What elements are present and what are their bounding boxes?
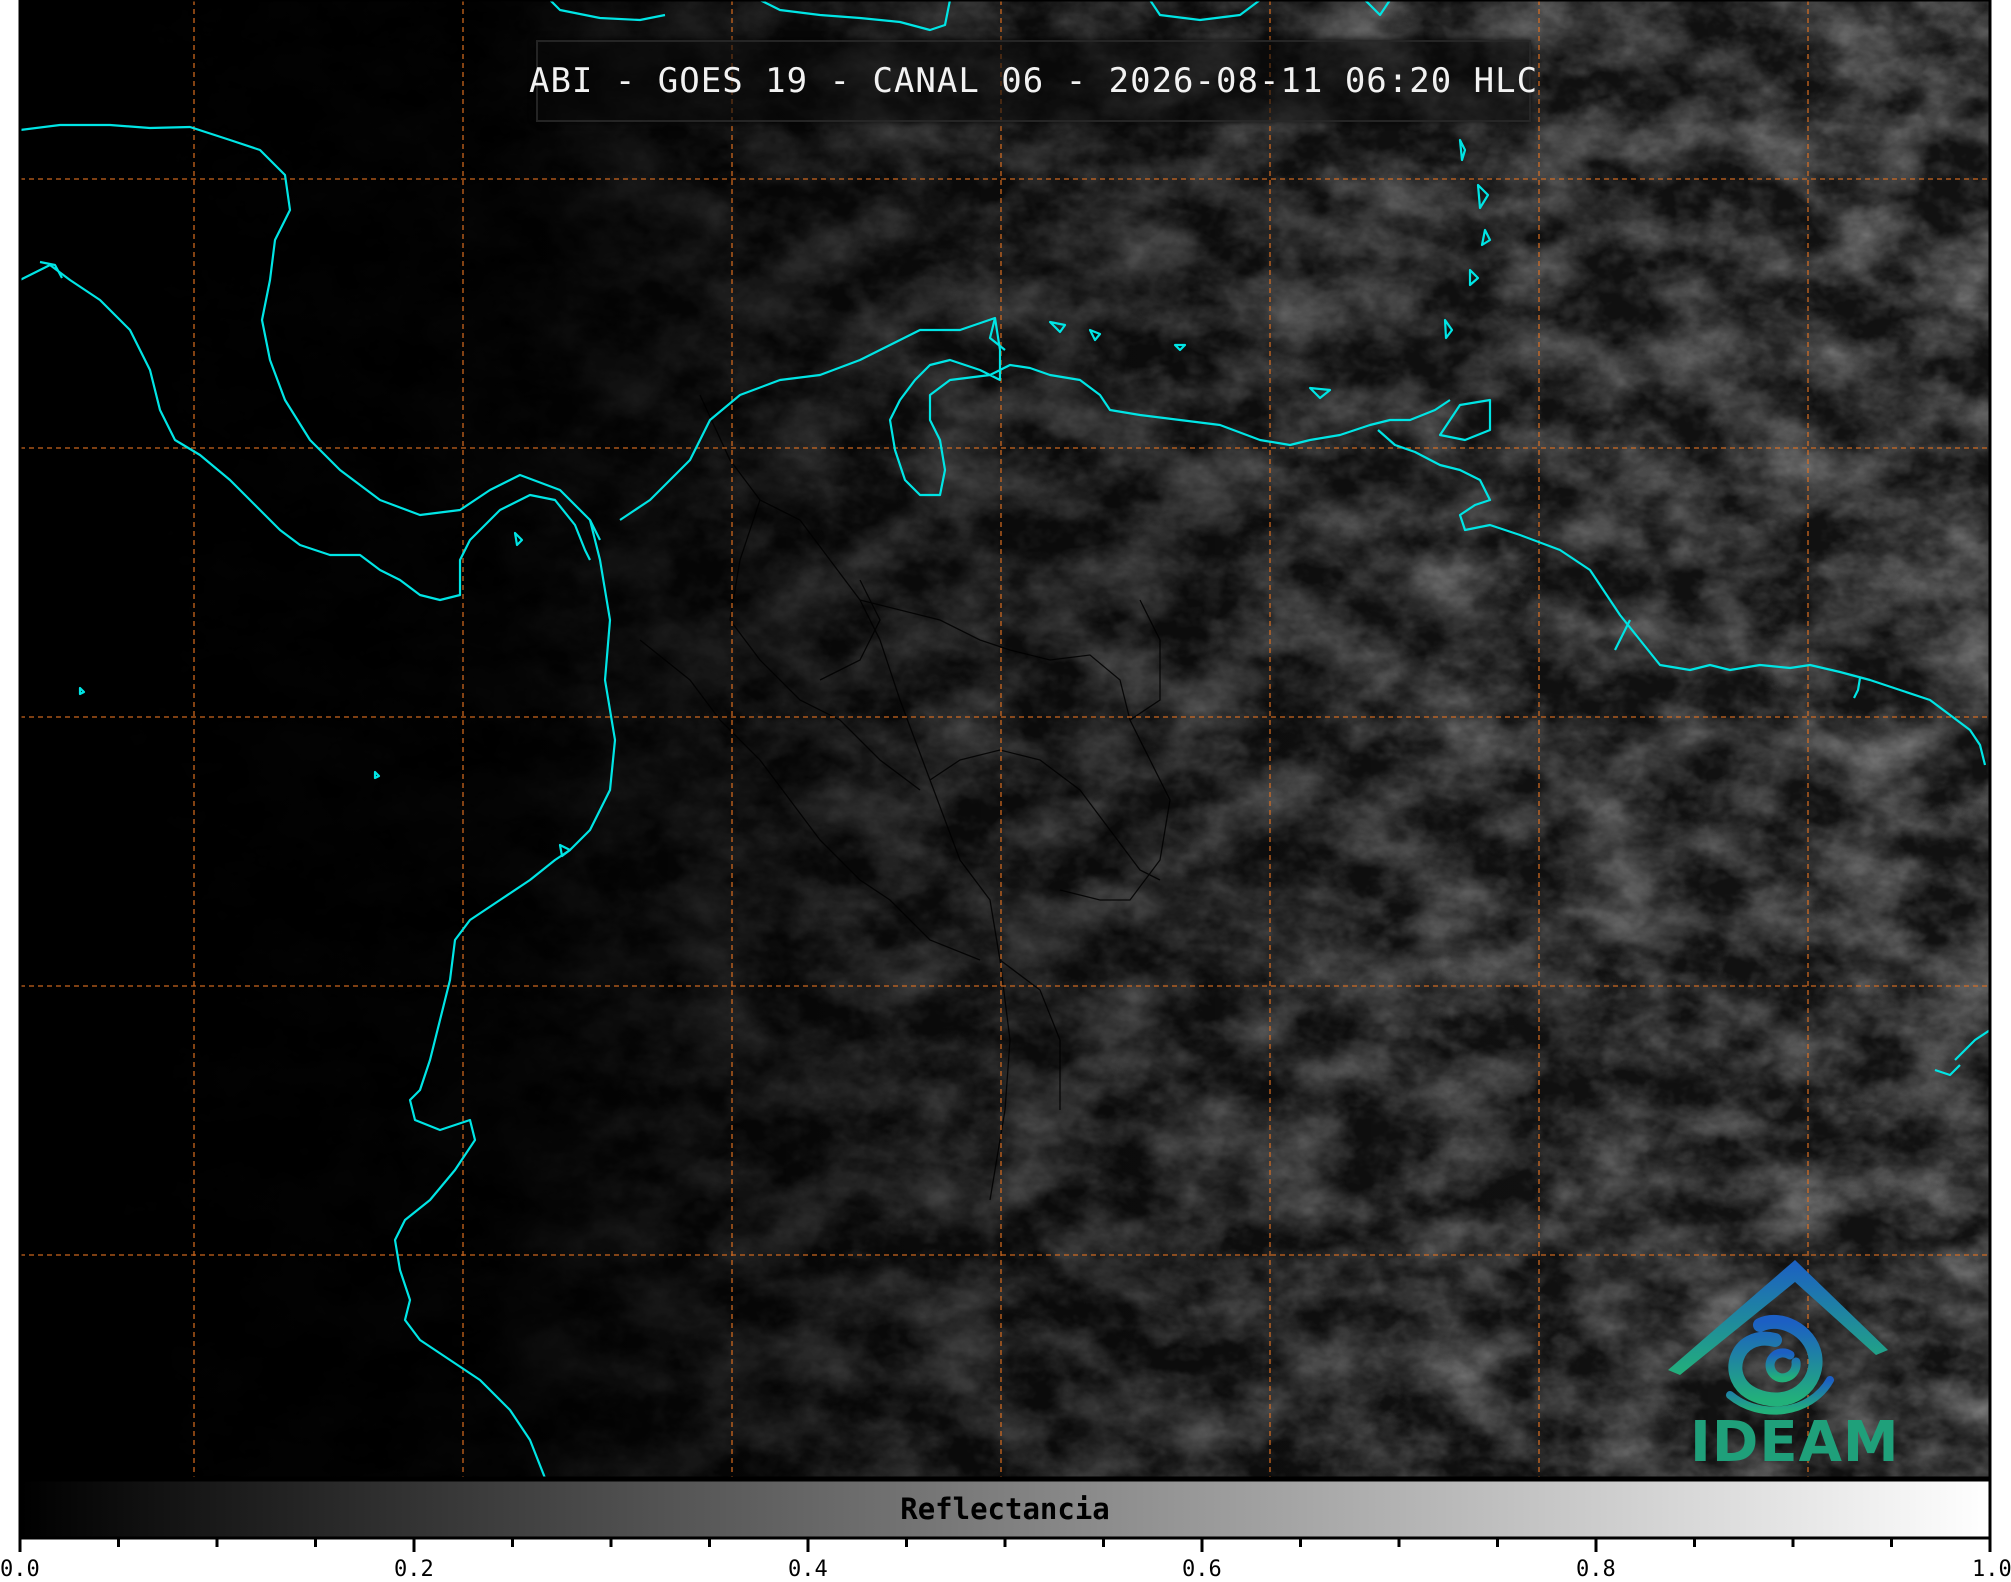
satellite-image-view: ABI - GOES 19 - CANAL 06 - 2026-08-11 06… — [0, 0, 2011, 1582]
colorbar-tick-label: 0.6 — [1182, 1557, 1222, 1582]
colorbar-tick-label: 0.0 — [0, 1557, 40, 1582]
image-title: ABI - GOES 19 - CANAL 06 - 2026-08-11 06… — [528, 61, 1539, 101]
image-title-box: ABI - GOES 19 - CANAL 06 - 2026-08-11 06… — [529, 40, 1537, 122]
satellite-map — [18, 0, 1992, 1552]
ideam-logo-text: IDEAM — [1690, 1410, 1900, 1475]
colorbar-tick-label: 0.2 — [394, 1557, 434, 1582]
colorbar-tick-label: 0.8 — [1576, 1557, 1616, 1582]
colorbar-tick-label: 0.4 — [788, 1557, 828, 1582]
colorbar-label: Reflectancia — [900, 1492, 1110, 1526]
colorbar-tick-label: 1.0 — [1972, 1557, 2011, 1582]
satellite-imagery — [20, 0, 1990, 1478]
